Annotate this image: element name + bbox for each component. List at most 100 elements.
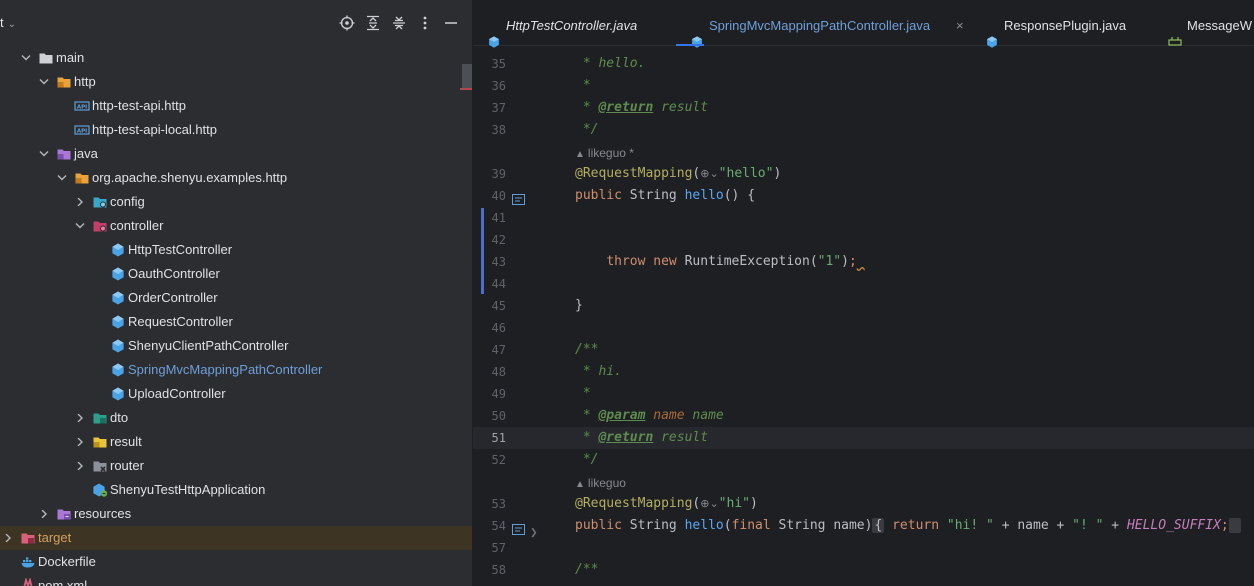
code-token: @param <box>598 408 646 423</box>
code-token: "! " <box>1072 518 1104 533</box>
author-inlay-hint[interactable]: ▲ likeguo * <box>575 144 634 162</box>
code-editor[interactable]: HttpTestController.java SpringMvcMappingP… <box>473 0 1254 586</box>
tree-node[interactable]: controller <box>0 214 472 238</box>
tree-node[interactable]: main <box>0 46 472 70</box>
hide-panel-icon[interactable] <box>443 15 459 31</box>
chevron-right-icon[interactable] <box>2 526 14 550</box>
chevron-right-icon[interactable] <box>74 454 86 478</box>
result-package-icon <box>92 434 108 450</box>
tree-node[interactable]: Dockerfile <box>0 550 472 574</box>
scrollbar-thumb[interactable] <box>462 64 472 90</box>
code-line[interactable]: 57 <box>473 537 1254 559</box>
tree-node[interactable]: router <box>0 454 472 478</box>
folded-code-block[interactable]: { <box>872 518 885 533</box>
code-token: @RequestMapping <box>575 496 693 511</box>
code-line[interactable]: 45} <box>473 295 1254 317</box>
tree-node[interactable]: config <box>0 190 472 214</box>
code-line[interactable]: 47 /** <box>473 339 1254 361</box>
endpoint-gutter-icon[interactable] <box>512 520 525 535</box>
code-line[interactable]: 42 <box>473 229 1254 251</box>
chevron-right-icon[interactable] <box>38 502 50 526</box>
tree-node-label: HttpTestController <box>128 242 233 257</box>
tree-node[interactable]: http <box>0 70 472 94</box>
code-token: /** <box>575 562 599 577</box>
tree-node[interactable]: SpringMvcMappingPathController <box>0 358 472 382</box>
chevron-right-icon[interactable] <box>74 430 86 454</box>
collapse-all-icon[interactable] <box>391 15 407 31</box>
code-line[interactable]: 58 /** <box>473 559 1254 581</box>
web-endpoint-icon[interactable]: ⊕⌄ <box>700 497 718 510</box>
folded-code-block[interactable] <box>1228 518 1241 533</box>
web-endpoint-icon[interactable]: ⊕⌄ <box>700 167 718 180</box>
code-line[interactable]: 50 * @param name name <box>473 405 1254 427</box>
code-line[interactable]: 46 <box>473 317 1254 339</box>
tree-node[interactable]: OrderController <box>0 286 472 310</box>
author-inlay-hint[interactable]: ▲ likeguo <box>575 474 626 492</box>
tree-node[interactable]: ShenyuTestHttpApplication <box>0 478 472 502</box>
code-line[interactable]: 39 @RequestMapping(⊕⌄"hello") <box>473 163 1254 185</box>
tree-node[interactable]: API http-test-api.http <box>0 94 472 118</box>
tree-node[interactable]: resources <box>0 502 472 526</box>
project-view-selector[interactable]: t ⌄ <box>0 15 16 30</box>
endpoint-gutter-icon[interactable] <box>512 190 525 205</box>
code-line[interactable]: 44 <box>473 273 1254 295</box>
tree-node[interactable]: pom.xml <box>0 574 472 586</box>
code-token: RuntimeException( <box>684 254 818 269</box>
chevron-down-icon[interactable] <box>20 46 32 70</box>
chevron-right-icon[interactable] <box>74 190 86 214</box>
chevron-down-icon[interactable] <box>74 214 86 238</box>
tree-node[interactable]: RequestController <box>0 310 472 334</box>
code-line[interactable]: 48 * hi. <box>473 361 1254 383</box>
chevron-down-icon[interactable] <box>38 142 50 166</box>
locate-icon[interactable] <box>339 15 355 31</box>
line-number: 35 <box>491 57 506 71</box>
line-number: 42 <box>491 233 506 247</box>
tree-node[interactable]: java <box>0 142 472 166</box>
tree-node[interactable]: API http-test-api-local.http <box>0 118 472 142</box>
code-line[interactable]: 54 ❯ public String hello(final String name… <box>473 515 1254 537</box>
code-area[interactable]: 35 * hello. 36 * 37 * @return result 38 */▲… <box>473 46 1254 586</box>
tree-node-label: ShenyuTestHttpApplication <box>110 482 266 497</box>
code-token: name <box>645 408 685 423</box>
code-text: * hi. <box>575 361 622 383</box>
code-text: */ <box>575 449 599 471</box>
chevron-down-icon[interactable] <box>38 70 50 94</box>
code-line[interactable]: 36 * <box>473 75 1254 97</box>
tree-node[interactable]: OauthController <box>0 262 472 286</box>
code-line[interactable]: 35 * hello. <box>473 53 1254 75</box>
code-line[interactable]: 43 throw new RuntimeException("1"); <box>473 251 1254 273</box>
expand-all-icon[interactable] <box>365 15 381 31</box>
tree-node[interactable]: ShenyuClientPathController <box>0 334 472 358</box>
tree-node[interactable]: UploadController <box>0 382 472 406</box>
tree-node[interactable]: org.apache.shenyu.examples.http <box>0 166 472 190</box>
code-line[interactable]: 38 */ <box>473 119 1254 141</box>
tree-node-label: OauthController <box>128 266 220 281</box>
folder-icon <box>38 50 54 66</box>
code-line[interactable]: 41 <box>473 207 1254 229</box>
code-line[interactable]: 51 * @return result <box>473 427 1254 449</box>
chevron-down-icon[interactable] <box>56 166 68 190</box>
tree-node-label: router <box>110 458 144 473</box>
code-token: String <box>629 188 685 203</box>
more-options-icon[interactable] <box>417 15 433 31</box>
tree-node-label: java <box>74 146 98 161</box>
code-line[interactable]: 53 @RequestMapping(⊕⌄"hi") <box>473 493 1254 515</box>
line-number: 37 <box>491 101 506 115</box>
tree-node[interactable]: dto <box>0 406 472 430</box>
code-line[interactable]: 49 * <box>473 383 1254 405</box>
code-line[interactable]: 37 * @return result <box>473 97 1254 119</box>
code-line[interactable]: 40 public String hello() { <box>473 185 1254 207</box>
tree-node[interactable]: target <box>0 526 472 550</box>
code-token: hello <box>684 188 724 203</box>
editor-tab-label: SpringMvcMappingPathController.java <box>709 18 931 33</box>
tree-node[interactable]: result <box>0 430 472 454</box>
code-text: * hello. <box>575 53 646 75</box>
error-stripe-marker <box>460 88 472 90</box>
close-tab-icon[interactable]: × <box>956 0 964 52</box>
code-text: * @return result <box>575 97 708 119</box>
code-line[interactable]: 52 */ <box>473 449 1254 471</box>
code-token: } <box>575 298 583 313</box>
tree-node[interactable]: HttpTestController <box>0 238 472 262</box>
tree-node-label: target <box>38 530 72 545</box>
chevron-right-icon[interactable] <box>74 406 86 430</box>
